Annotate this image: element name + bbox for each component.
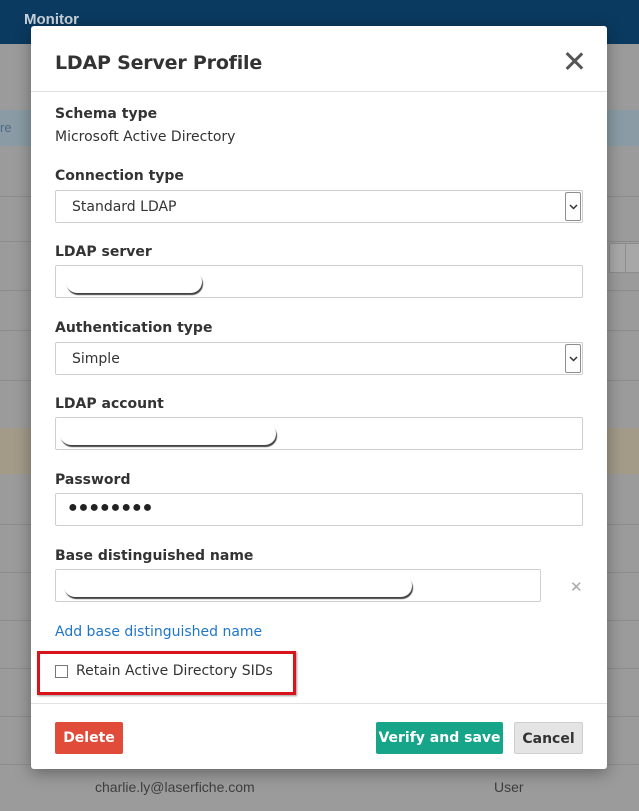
cancel-button[interactable]: Cancel: [514, 722, 583, 754]
schema-type-value: Microsoft Active Directory: [55, 129, 236, 145]
base-dn-label: Base distinguished name: [55, 548, 254, 564]
dialog-title: LDAP Server Profile: [55, 52, 263, 74]
connection-type-value: Standard LDAP: [72, 199, 177, 215]
add-base-dn-link[interactable]: Add base distinguished name: [55, 624, 262, 640]
chevron-down-icon[interactable]: [565, 344, 581, 373]
chevron-down-icon[interactable]: [565, 192, 581, 221]
background-user-role: User: [494, 779, 524, 795]
redaction-mark: [60, 423, 276, 445]
ldap-server-profile-dialog: LDAP Server Profile Schema type Microsof…: [31, 26, 607, 769]
footer-divider: [31, 703, 607, 704]
connection-type-label: Connection type: [55, 168, 184, 184]
base-dn-input[interactable]: [55, 569, 541, 602]
delete-button[interactable]: Delete: [55, 722, 123, 754]
password-label: Password: [55, 472, 131, 488]
ldap-server-input[interactable]: [55, 265, 583, 298]
retain-sids-label[interactable]: Retain Active Directory SIDs: [76, 663, 273, 679]
connection-type-select[interactable]: Standard LDAP: [55, 190, 583, 223]
retain-sids-checkbox[interactable]: [55, 665, 68, 678]
redaction-mark: [66, 271, 202, 293]
close-icon[interactable]: [563, 50, 585, 72]
authentication-type-value: Simple: [72, 351, 120, 367]
redaction-mark: [64, 575, 412, 597]
remove-base-dn-icon[interactable]: ✕: [570, 578, 583, 596]
ldap-account-input[interactable]: [55, 417, 583, 450]
authentication-type-select[interactable]: Simple: [55, 342, 583, 375]
ldap-server-label: LDAP server: [55, 244, 152, 260]
dialog-header: LDAP Server Profile: [31, 26, 607, 92]
background-user-email: charlie.ly@laserfiche.com: [95, 779, 255, 795]
authentication-type-label: Authentication type: [55, 320, 213, 336]
schema-type-label: Schema type: [55, 106, 158, 122]
verify-and-save-button[interactable]: Verify and save: [376, 722, 503, 754]
password-value: ●●●●●●●●: [68, 499, 154, 516]
password-input[interactable]: ●●●●●●●●: [55, 493, 583, 526]
background-header-text: re: [0, 120, 12, 135]
background-button: [625, 243, 639, 273]
ldap-account-label: LDAP account: [55, 396, 164, 412]
